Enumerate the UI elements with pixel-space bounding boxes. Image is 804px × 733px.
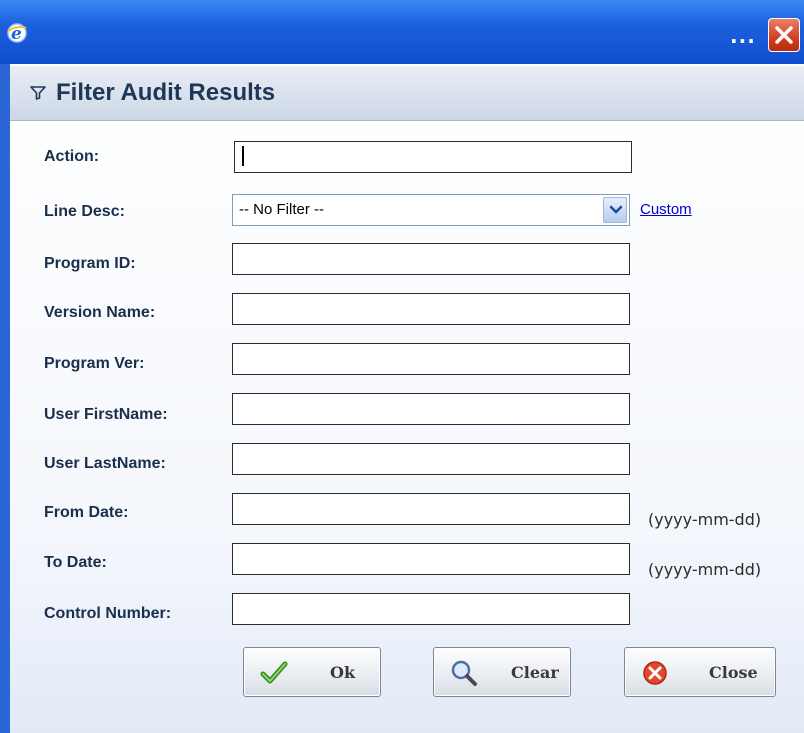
dialog-content: Filter Audit Results Action: Line Desc: … (10, 64, 804, 733)
action-input[interactable] (234, 141, 632, 173)
checkmark-icon (260, 659, 288, 687)
control-number-input[interactable] (232, 593, 630, 625)
line-desc-selected: -- No Filter -- (239, 201, 324, 218)
close-button[interactable]: Close (624, 647, 776, 697)
line-desc-label: Line Desc: (44, 203, 125, 220)
program-id-label: Program ID: (44, 255, 136, 272)
to-date-label: To Date: (44, 554, 107, 571)
window-close-button[interactable] (768, 18, 800, 52)
text-cursor (242, 146, 244, 166)
clear-button[interactable]: Clear (433, 647, 571, 697)
control-number-label: Control Number: (44, 605, 172, 622)
panel-header[interactable]: Filter Audit Results (10, 66, 804, 121)
from-date-format-hint: (yyyy-mm-dd) (648, 510, 762, 529)
title-overflow: ... (730, 24, 756, 48)
action-label: Action: (44, 148, 100, 165)
dialog-window: e ... Filter Audit Results Action: Line … (0, 0, 804, 733)
program-ver-input[interactable] (232, 343, 630, 375)
title-bar: e ... (0, 0, 804, 64)
from-date-label: From Date: (44, 504, 129, 521)
clear-button-label: Clear (511, 663, 559, 682)
program-ver-label: Program Ver: (44, 355, 145, 372)
custom-link[interactable]: Custom (640, 201, 692, 218)
close-button-label: Close (709, 663, 758, 682)
chevron-down-icon (609, 205, 623, 214)
user-firstname-input[interactable] (232, 393, 630, 425)
panel-title: Filter Audit Results (56, 79, 276, 106)
to-date-input[interactable] (232, 543, 630, 575)
user-lastname-label: User LastName: (44, 455, 166, 472)
line-desc-select[interactable]: -- No Filter -- (232, 194, 630, 226)
close-icon (775, 26, 793, 44)
user-lastname-input[interactable] (232, 443, 630, 475)
version-name-label: Version Name: (44, 304, 156, 321)
program-id-input[interactable] (232, 243, 630, 275)
dropdown-arrow[interactable] (603, 197, 627, 223)
user-firstname-label: User FirstName: (44, 406, 168, 423)
to-date-format-hint: (yyyy-mm-dd) (648, 560, 762, 579)
close-circle-icon (641, 659, 669, 687)
magnifier-icon (450, 659, 478, 687)
ok-button-label: Ok (330, 663, 356, 682)
version-name-input[interactable] (232, 293, 630, 325)
funnel-icon (30, 86, 46, 105)
ok-button[interactable]: Ok (243, 647, 381, 697)
internet-explorer-icon: e (6, 22, 28, 44)
from-date-input[interactable] (232, 493, 630, 525)
